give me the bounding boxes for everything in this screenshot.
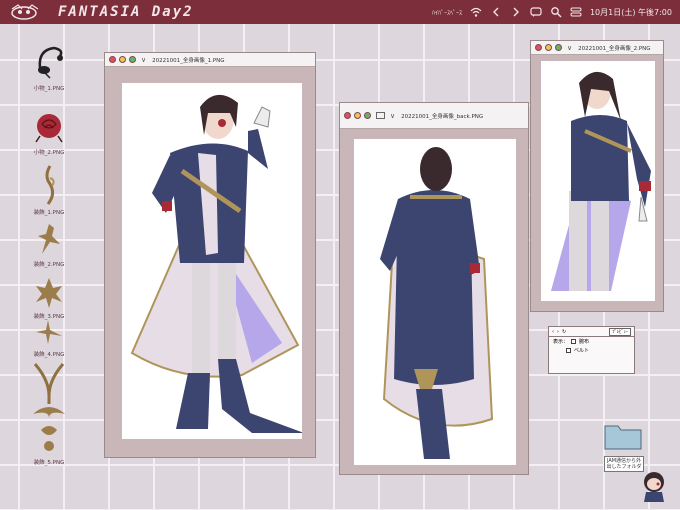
wifi-icon[interactable] bbox=[470, 6, 482, 18]
search-icon[interactable] bbox=[550, 6, 562, 18]
image-window-side[interactable]: ∨ 20221001_全身画像_2.PNG bbox=[530, 40, 664, 312]
folder-label: JAM通信から外 出したフォルダ bbox=[604, 456, 644, 472]
file-icon-accessory-2[interactable]: 小物_2.PNG bbox=[24, 110, 74, 156]
status-text: ﾊｲﾊﾟｰｽﾍﾟｰｽ bbox=[431, 9, 462, 17]
option-label: ベルト bbox=[574, 348, 590, 354]
minimize-button[interactable] bbox=[545, 44, 552, 51]
file-label: 装飾_1.PNG bbox=[33, 210, 65, 216]
options-dialog: ‹ › ↻ ﾌﾟﾚﾋﾞｭｰ 表示： 腕布 ベルト bbox=[548, 326, 635, 374]
checkbox-arm-cloth[interactable] bbox=[571, 339, 577, 344]
file-icon-ornament-4[interactable]: 装飾_4.PNG bbox=[24, 318, 74, 358]
ornament-icon bbox=[36, 320, 62, 344]
folder-shortcut[interactable]: JAM通信から外 出したフォルダ bbox=[604, 422, 644, 472]
close-button[interactable] bbox=[109, 56, 116, 63]
forward-icon[interactable]: › bbox=[557, 329, 559, 335]
ornament-icon bbox=[45, 165, 55, 205]
window-title: 20221001_全身画像_2.PNG bbox=[578, 45, 651, 52]
mascot-icon bbox=[644, 472, 664, 502]
image-canvas bbox=[354, 139, 516, 465]
status-area: ﾊｲﾊﾟｰｽﾍﾟｰｽ 10月1日(土) 午後7:00 bbox=[432, 0, 672, 24]
option-row: ベルト bbox=[549, 346, 634, 355]
window-view-icon[interactable] bbox=[376, 112, 385, 119]
file-label: 小物_1.PNG bbox=[33, 86, 65, 92]
maximize-button[interactable] bbox=[364, 112, 371, 119]
checkbox-belt[interactable] bbox=[566, 348, 571, 353]
preview-button[interactable]: ﾌﾟﾚﾋﾞｭｰ bbox=[609, 327, 631, 336]
option-row: 表示： 腕布 bbox=[549, 337, 634, 346]
character-front-illustration bbox=[130, 94, 304, 433]
maximize-button[interactable] bbox=[555, 44, 562, 51]
image-window-front[interactable]: ∨ 20221001_全身画像_1.PNG bbox=[104, 52, 316, 458]
folder-icon bbox=[604, 425, 642, 450]
clock-text: 10月1日(土) 午後7:00 bbox=[589, 7, 672, 17]
image-canvas bbox=[541, 61, 655, 301]
close-button[interactable] bbox=[535, 44, 542, 51]
file-icon-ornament-1[interactable]: 装飾_1.PNG bbox=[24, 162, 74, 216]
ornament-icon bbox=[33, 363, 65, 451]
file-label: 小物_2.PNG bbox=[33, 150, 65, 156]
dialog-titlebar: ‹ › ↻ ﾌﾟﾚﾋﾞｭｰ bbox=[549, 327, 634, 337]
file-icon-ornament-5[interactable]: 装飾_5.PNG bbox=[24, 360, 74, 466]
maximize-button[interactable] bbox=[129, 56, 136, 63]
image-window-back[interactable]: ∨ 20221001_全身画像_back.PNG bbox=[339, 102, 529, 475]
character-back-illustration bbox=[380, 147, 494, 459]
image-canvas bbox=[122, 83, 304, 439]
back-icon[interactable]: ‹ bbox=[552, 329, 554, 335]
window-titlebar[interactable]: ∨ 20221001_全身画像_back.PNG bbox=[340, 103, 528, 129]
file-label: 装飾_2.PNG bbox=[33, 262, 65, 268]
headset-icon bbox=[38, 46, 63, 79]
file-label: 装飾_5.PNG bbox=[33, 460, 65, 466]
minimize-button[interactable] bbox=[354, 112, 361, 119]
window-title: 20221001_全身画像_back.PNG bbox=[401, 113, 484, 120]
chevron-down-icon[interactable]: ∨ bbox=[567, 44, 572, 52]
character-side-illustration bbox=[551, 71, 651, 291]
display-label: 表示： bbox=[553, 339, 569, 345]
window-titlebar[interactable]: ∨ 20221001_全身画像_2.PNG bbox=[531, 41, 663, 55]
app-logo-icon[interactable] bbox=[8, 3, 48, 21]
settings-toggle-icon[interactable] bbox=[570, 6, 582, 18]
chevron-down-icon[interactable]: ∨ bbox=[390, 112, 395, 120]
option-label: 腕布 bbox=[579, 339, 590, 345]
minimize-button[interactable] bbox=[119, 56, 126, 63]
close-button[interactable] bbox=[344, 112, 351, 119]
forward-icon[interactable] bbox=[510, 6, 522, 18]
file-icon-accessory-1[interactable]: 小物_1.PNG bbox=[24, 42, 74, 92]
file-icon-ornament-2[interactable]: 装飾_2.PNG bbox=[24, 222, 74, 268]
refresh-icon[interactable]: ↻ bbox=[562, 329, 566, 335]
rose-icon bbox=[35, 114, 63, 143]
ornament-icon bbox=[36, 278, 62, 308]
chevron-down-icon[interactable]: ∨ bbox=[141, 56, 146, 64]
window-title: 20221001_全身画像_1.PNG bbox=[152, 57, 225, 64]
menu-bar: FANTASIA Day2 ﾊｲﾊﾟｰｽﾍﾟｰｽ 10月1日(土) 午後7:00 bbox=[0, 0, 680, 24]
app-title: FANTASIA Day2 bbox=[58, 4, 194, 20]
file-icon-ornament-3[interactable]: 装飾_3.PNG bbox=[24, 276, 74, 320]
ornament-icon bbox=[38, 224, 60, 254]
window-titlebar[interactable]: ∨ 20221001_全身画像_1.PNG bbox=[105, 53, 315, 67]
chat-icon[interactable] bbox=[530, 6, 542, 18]
back-icon[interactable] bbox=[490, 6, 502, 18]
file-label: 装飾_4.PNG bbox=[33, 352, 65, 358]
